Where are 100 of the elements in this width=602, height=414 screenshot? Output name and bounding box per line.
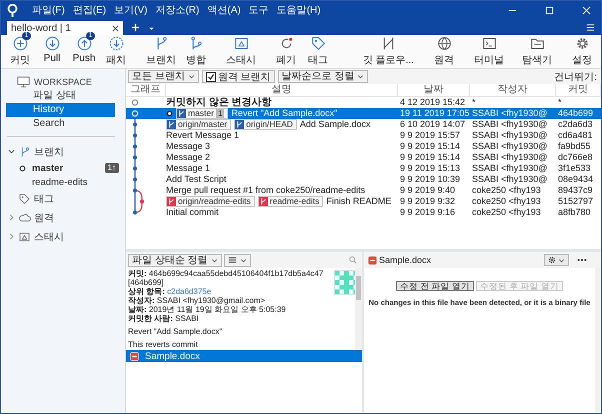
column-header[interactable]: 날짜 (398, 84, 470, 96)
column-header[interactable]: 커밋 (556, 84, 601, 96)
caret-icon[interactable] (148, 25, 155, 32)
scrollbar[interactable] (355, 268, 362, 350)
globe-icon (436, 36, 452, 51)
toolbar-button[interactable]: 브랜치 (143, 36, 179, 67)
toolbar-button[interactable]: 탐색기 (519, 36, 555, 67)
close-icon[interactable] (112, 24, 119, 32)
commit-message: Revert "Add Sample.docx" (231, 108, 338, 119)
caret-icon (188, 73, 195, 80)
folder-icon (530, 36, 544, 51)
column-header[interactable]: 그래프 (126, 84, 166, 96)
commit-message: Message 3 (166, 141, 210, 152)
commit-row[interactable]: 커밋하지 않은 변경사항 4 12 2019 15:42 * * (126, 97, 601, 108)
sort-dropdown[interactable]: 날짜순으로 정렬 (278, 70, 368, 83)
branch-item[interactable]: readme-edits (1, 175, 125, 189)
cloud-icon (18, 212, 31, 224)
commit-message: This reverts commit (128, 340, 199, 349)
sort-dropdown[interactable]: 파일 상태순 정렬 (128, 254, 222, 266)
jump-label: 건너뛰기: (554, 70, 598, 84)
checkbox[interactable] (206, 72, 216, 82)
branch-name: readme-edits (32, 176, 88, 188)
branch-item[interactable]: master 1↑ (1, 161, 125, 175)
menu-item[interactable]: 보기(V) (114, 3, 148, 17)
toolbar-button[interactable]: 태그 (303, 36, 333, 67)
branch-label[interactable]: origin/readme-edits (166, 196, 255, 207)
chevron-right-icon[interactable] (8, 214, 15, 221)
search-icon[interactable] (349, 256, 357, 264)
author-cell-text: coke250 <fhy193 (471, 185, 542, 196)
menu-item[interactable]: 도구 (248, 3, 269, 17)
toolbar-button[interactable]: 패치 (101, 36, 131, 67)
date-cell-text: 9 9 2019 10:39 (399, 174, 462, 185)
parent-link[interactable]: c2da6d375e (167, 287, 212, 296)
checkmark-icon (206, 72, 215, 80)
section-title[interactable]: 원격 (34, 210, 54, 224)
toolbar-button[interactable]: 설정 (567, 36, 597, 67)
author-cell-text: SSABI <fhy1930@ (471, 163, 548, 174)
chevron-right-icon[interactable] (8, 233, 15, 240)
commit-row[interactable]: origin/readme-edits readme-edits Finish README 9 9 2019 9:32 coke250 <fhy193 5152797 (126, 196, 601, 207)
toolbar-button[interactable]: 터미널 (471, 36, 507, 67)
stash-box-icon (234, 36, 248, 51)
commit-row[interactable]: Message 1 9 9 2019 15:13 SSABI <fhy1930@ 3f1e533 (126, 163, 601, 174)
sidebar-item[interactable]: Search (1, 117, 115, 131)
branch-label[interactable]: origin/HEAD (234, 119, 297, 130)
menu-item[interactable]: 도움말(H) (276, 3, 321, 17)
menu-item[interactable]: 저장소(R) (155, 3, 200, 17)
column-header[interactable]: 작성자 (470, 84, 556, 96)
chevron-down-icon[interactable] (8, 148, 15, 155)
commit-hash-cell-text: 5152797 (557, 196, 594, 207)
author-cell-text: SSABI <fhy1930@ (471, 119, 548, 130)
menu-item[interactable]: 편집(E) (72, 3, 106, 17)
commit-message: Message 1 (166, 163, 210, 174)
sidebar-item[interactable]: 파일 상태 (1, 89, 115, 103)
commit-row[interactable]: Message 2 9 9 2019 15:14 SSABI <fhy1930@ dc766e8 (126, 152, 601, 163)
plus-icon[interactable] (131, 23, 140, 32)
settings-icon (548, 256, 556, 264)
section-title[interactable]: 스태시 (34, 230, 64, 244)
list-icon (228, 256, 237, 264)
author-cell-text: coke250 <fhy193 (471, 207, 542, 218)
commit-row[interactable]: Initial commit 9 9 2019 9:16 coke250 <fhy193 a8fb780 (126, 207, 601, 218)
menu-item[interactable]: 액션(A) (207, 3, 241, 17)
remote-branches-checkbox[interactable]: 원격 브랜치 (202, 70, 275, 83)
stash-box-icon (18, 230, 31, 242)
commit-row[interactable]: master 1 Revert "Add Sample.docx" 19 11 2019 17:05 SSABI <fhy1930@ 464b699 (126, 108, 601, 119)
toolbar-button[interactable]: Pull (37, 36, 67, 67)
commit-message: 커밋하지 않은 변경사항 (166, 97, 272, 108)
commit-message: Add Sample.docx (300, 119, 370, 130)
branch-label[interactable]: master 1 (176, 108, 228, 119)
caret-icon (357, 73, 364, 80)
section-title[interactable]: 태그 (34, 192, 54, 206)
branch-label[interactable]: readme-edits (258, 196, 324, 207)
toolbar-button[interactable]: 병합 (181, 36, 211, 67)
commit-row[interactable]: Merge pull request #1 from coke250/readme-edits 9 9 2019 9:40 coke250 <fhy193 89437c9 (126, 185, 601, 196)
author-cell-text: SSABI <fhy1930@ (471, 141, 548, 152)
settings-dropdown[interactable] (544, 254, 569, 266)
commit-row[interactable]: Message 3 9 9 2019 15:14 SSABI <fhy1930@ fa9bd55 (126, 141, 601, 152)
branch-filter-dropdown[interactable]: 모든 브랜치 (128, 70, 199, 83)
commit-hash-cell-text: 89437c9 (557, 185, 594, 196)
toolbar-button[interactable]: 폐기 (271, 36, 301, 67)
commit-row[interactable]: Add Test Script 9 9 2019 10:39 SSABI <fhy1930@ 08e9434 (126, 174, 601, 185)
menu-item[interactable]: 파일(F) (32, 3, 65, 17)
toolbar-button[interactable]: 깃 플로우... (360, 36, 417, 67)
section-title: WORKSPACE (34, 77, 92, 87)
branch-label[interactable]: origin/master (166, 119, 232, 130)
toolbar-button[interactable]: 원격 (429, 36, 459, 67)
maximize-icon[interactable] (545, 6, 554, 14)
open-file-button[interactable]: 수정 전 파일 열기 (396, 281, 474, 291)
commit-row[interactable]: origin/master origin/HEAD Add Sample.docx 6 10 2019 14:07 SSABI <fhy1930@ c2da6d3 (126, 119, 601, 130)
caret-icon (558, 256, 565, 264)
section-title[interactable]: 브랜치 (34, 144, 64, 158)
more-icon[interactable] (577, 258, 587, 262)
view-mode-dropdown[interactable] (224, 254, 251, 266)
commit-hash-cell-text: 3f1e533 (557, 163, 592, 174)
menu-icon[interactable] (586, 23, 595, 32)
file-item[interactable]: Sample.docx (126, 350, 362, 362)
commit-detail: 작성자: SSABI <fhy1930@gmail.com> (128, 296, 266, 305)
sidebar-item[interactable]: History (6, 103, 115, 117)
toolbar-button[interactable]: 스태시 (223, 36, 259, 67)
column-header[interactable]: 설명 (166, 84, 398, 96)
commit-row[interactable]: Revert Message 1 9 9 2019 15:57 SSABI <fhy1930@ cd6a481 (126, 130, 601, 141)
